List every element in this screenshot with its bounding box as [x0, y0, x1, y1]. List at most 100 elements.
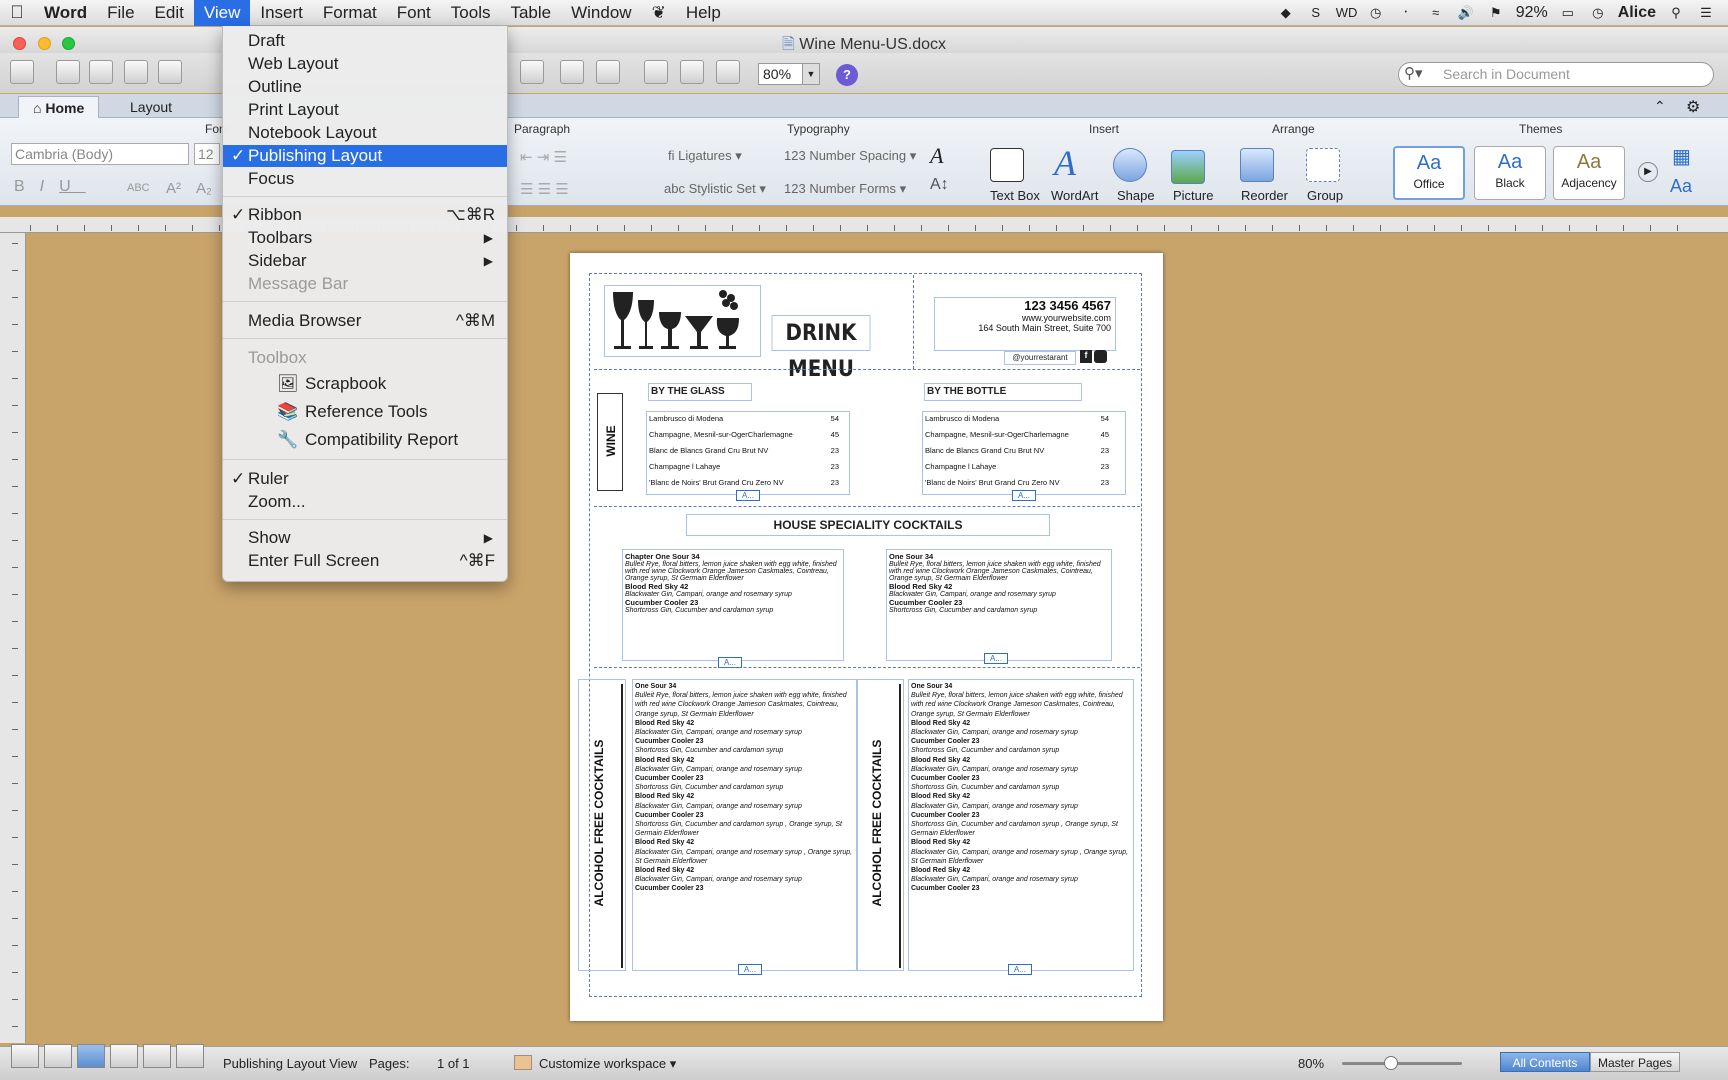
reorder-button[interactable]: Reorder: [1241, 188, 1288, 203]
view-menu-draft[interactable]: Draft: [223, 30, 507, 52]
customize-workspace-button[interactable]: Customize workspace ▾: [539, 1056, 676, 1072]
view-menu-reference-tools[interactable]: 📚 Reference Tools: [223, 401, 507, 423]
bluetooth-icon[interactable]: ᛫: [1396, 4, 1416, 22]
master-pages-tab[interactable]: Master Pages: [1590, 1052, 1680, 1072]
hand-tool-icon[interactable]: [560, 60, 584, 84]
toolbox-icon[interactable]: [680, 60, 704, 84]
by-the-glass-list[interactable]: Lambrusco di Modena 54 Champagne, Mesnil-…: [646, 411, 850, 495]
house-cocktails-left[interactable]: Chapter One Sour 34 Bulleit Rye, floral …: [622, 549, 844, 661]
search-icon[interactable]: ⚲▾: [1404, 64, 1423, 82]
clock-icon[interactable]: ◷: [1588, 4, 1608, 22]
text-effects-icon[interactable]: A: [930, 143, 943, 169]
outline-view-icon[interactable]: [44, 1044, 72, 1068]
themes-next-icon[interactable]: ▶: [1638, 162, 1658, 182]
alcohol-free-label-box-left[interactable]: ALCOHOL FREE COCKTAILS: [578, 679, 626, 971]
text-box-link-tag[interactable]: A...: [1012, 490, 1036, 501]
tab-layout[interactable]: Layout: [116, 96, 186, 118]
wifi-icon[interactable]: ≈: [1426, 4, 1446, 22]
media-browser-icon[interactable]: [716, 60, 740, 84]
menu-help[interactable]: Help: [676, 0, 731, 26]
menu-view[interactable]: View: [193, 0, 251, 26]
zoom-slider[interactable]: [1342, 1062, 1462, 1065]
wd-icon[interactable]: WD: [1336, 4, 1358, 22]
shape-button[interactable]: Shape: [1117, 188, 1155, 203]
notification-center-icon[interactable]: ☰: [1696, 4, 1716, 22]
drink-menu-heading[interactable]: DRINK MENU: [771, 315, 871, 382]
view-menu-publishing-layout[interactable]: ✓ Publishing Layout: [223, 145, 507, 167]
by-the-glass-title[interactable]: BY THE GLASS: [648, 383, 752, 401]
font-size-field[interactable]: 12: [194, 143, 220, 165]
draft-view-icon[interactable]: [11, 1044, 39, 1068]
view-menu-print-layout[interactable]: Print Layout: [223, 99, 507, 121]
text-box-tool-icon[interactable]: [596, 60, 620, 84]
logo-box[interactable]: [604, 285, 761, 357]
view-menu-scrapbook[interactable]: 🖼 Scrapbook: [223, 373, 507, 395]
collapse-ribbon-icon[interactable]: ⌃: [1654, 98, 1666, 115]
alcohol-free-list-left[interactable]: One Sour 34 Bulleit Rye, floral bitters,…: [632, 679, 858, 971]
tab-home[interactable]: ⌂ Home: [18, 96, 100, 118]
time-machine-icon[interactable]: ◷: [1366, 4, 1386, 22]
by-the-bottle-list[interactable]: Lambrusco di Modena 54 Champagne, Mesnil-…: [922, 411, 1126, 495]
publishing-view-icon[interactable]: [77, 1044, 105, 1068]
notebook-view-icon[interactable]: [143, 1044, 171, 1068]
alcohol-free-label-box-right[interactable]: ALCOHOL FREE COCKTAILS: [856, 679, 904, 971]
view-menu-media-browser[interactable]: Media Browser ^⌘M: [223, 310, 507, 332]
user-name[interactable]: Alice: [1618, 4, 1656, 22]
menu-window[interactable]: Window: [561, 0, 641, 26]
view-menu-ruler[interactable]: ✓ Ruler: [223, 468, 507, 490]
view-menu-show[interactable]: Show ▶: [223, 527, 507, 549]
ligatures-dropdown[interactable]: fi Ligatures ▾: [668, 148, 742, 164]
dropbox-icon[interactable]: ◆: [1276, 4, 1296, 22]
view-menu-toolbars[interactable]: Toolbars ▶: [223, 227, 507, 249]
battery-percent[interactable]: 92%: [1516, 4, 1548, 22]
view-menu-sidebar[interactable]: Sidebar ▶: [223, 250, 507, 272]
picture-icon[interactable]: [1171, 150, 1205, 184]
menu-insert[interactable]: Insert: [250, 0, 313, 26]
templates-icon[interactable]: [56, 60, 80, 84]
view-menu-compatibility-report[interactable]: 🔧 Compatibility Report: [223, 429, 507, 451]
indent-icons[interactable]: ⇤ ⇥ ☰: [520, 148, 567, 166]
number-forms-dropdown[interactable]: 123 Number Forms ▾: [784, 181, 906, 197]
save-icon[interactable]: [124, 60, 148, 84]
all-contents-tab[interactable]: All Contents: [1500, 1052, 1590, 1072]
view-menu-outline[interactable]: Outline: [223, 76, 507, 98]
theme-fonts-icon[interactable]: Aa: [1670, 176, 1692, 197]
theme-office[interactable]: Aa Office: [1393, 146, 1465, 200]
text-box-link-tag[interactable]: A...: [738, 964, 762, 975]
menu-file[interactable]: File: [97, 0, 144, 26]
view-menu-notebook-layout[interactable]: Notebook Layout: [223, 122, 507, 144]
superscript-icon[interactable]: A²: [166, 180, 181, 197]
text-box-link-tag[interactable]: A...: [984, 653, 1008, 664]
text-box-link-tag[interactable]: A...: [736, 490, 760, 501]
picture-button[interactable]: Picture: [1173, 188, 1213, 203]
theme-colors-icon[interactable]: ▦: [1672, 144, 1691, 169]
alignment-icons[interactable]: ☰ ☰ ☰: [520, 180, 569, 198]
alcohol-free-list-right[interactable]: One Sour 34 Bulleit Rye, floral bitters,…: [908, 679, 1134, 971]
subscript-icon[interactable]: A₂: [196, 180, 212, 197]
house-cocktails-title[interactable]: HOUSE SPECIALITY COCKTAILS: [686, 514, 1050, 536]
ribbon-settings-icon[interactable]: ⚙: [1686, 97, 1700, 117]
sidebar-toggle-icon[interactable]: [644, 60, 668, 84]
theme-adjacency[interactable]: Aa Adjacency: [1553, 146, 1625, 200]
help-icon[interactable]: ?: [836, 64, 858, 86]
menu-tools[interactable]: Tools: [441, 0, 501, 26]
social-handle[interactable]: @yourrestarant: [1004, 351, 1076, 365]
menu-table[interactable]: Table: [500, 0, 561, 26]
print-icon[interactable]: [158, 60, 182, 84]
wordart-button[interactable]: WordArt: [1051, 188, 1098, 203]
reorder-icon[interactable]: [1240, 148, 1274, 182]
group-icon[interactable]: [1306, 148, 1340, 182]
workspace-swatch-icon[interactable]: [514, 1055, 532, 1070]
view-menu-ribbon[interactable]: ✓ Ribbon ⌥⌘R: [223, 204, 507, 226]
shape-icon[interactable]: [1113, 148, 1147, 182]
number-spacing-dropdown[interactable]: 123 Number Spacing ▾: [784, 148, 916, 164]
skype-icon[interactable]: S: [1306, 4, 1326, 22]
volume-icon[interactable]: 🔊: [1456, 4, 1476, 22]
view-menu-web-layout[interactable]: Web Layout: [223, 53, 507, 75]
zoom-dropdown-icon[interactable]: ▼: [802, 64, 819, 84]
text-box-link-tag[interactable]: A...: [1008, 964, 1032, 975]
stylistic-set-dropdown[interactable]: abc Stylistic Set ▾: [664, 181, 766, 197]
font-format-buttons[interactable]: BIU: [14, 178, 86, 196]
us-flag-icon[interactable]: ⚑: [1486, 4, 1506, 22]
contact-box[interactable]: 123 3456 4567 www.yourwebsite.com 164 So…: [934, 297, 1116, 351]
